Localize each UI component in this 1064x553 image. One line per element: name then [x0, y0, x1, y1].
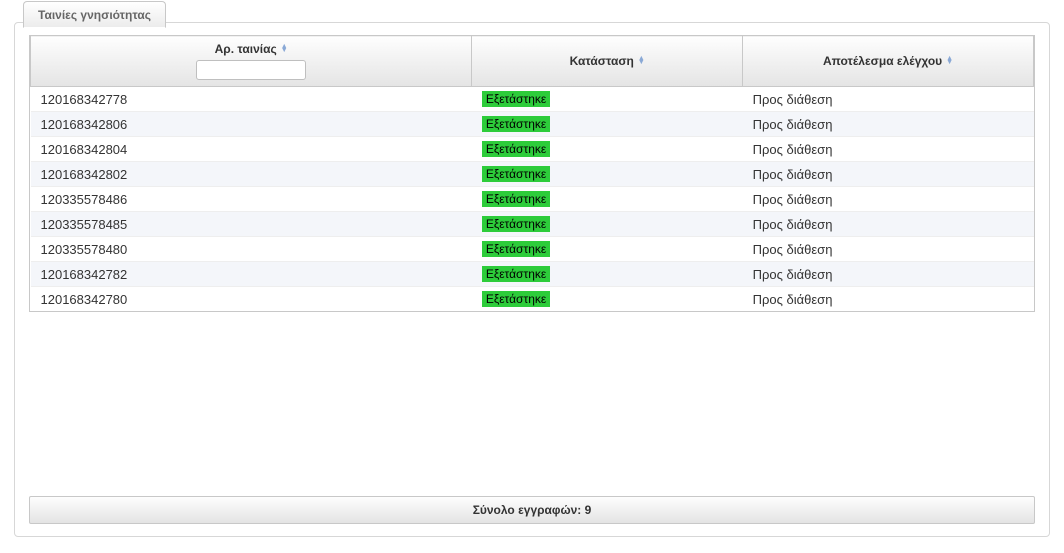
cell-id: 120335578486: [31, 187, 472, 212]
table-row[interactable]: 120168342802 Εξετάστηκε Προς διάθεση: [31, 162, 1034, 187]
column-header-result[interactable]: Αποτέλεσμα ελέγχου ▲▼: [743, 36, 1034, 87]
cell-result: Προς διάθεση: [743, 87, 1034, 112]
cell-status: Εξετάστηκε: [472, 187, 743, 212]
cell-id: 120168342782: [31, 262, 472, 287]
totals-label: Σύνολο εγγραφών: 9: [473, 503, 592, 517]
status-badge: Εξετάστηκε: [482, 291, 550, 307]
table-row[interactable]: 120168342778 Εξετάστηκε Προς διάθεση: [31, 87, 1034, 112]
cell-result: Προς διάθεση: [743, 162, 1034, 187]
cell-result: Προς διάθεση: [743, 137, 1034, 162]
cell-status: Εξετάστηκε: [472, 262, 743, 287]
column-header-id[interactable]: Αρ. ταινίας ▲▼: [31, 36, 472, 87]
sort-icon: ▲▼: [281, 45, 288, 53]
cell-status: Εξετάστηκε: [472, 162, 743, 187]
cell-result: Προς διάθεση: [743, 212, 1034, 237]
cell-result: Προς διάθεση: [743, 112, 1034, 137]
cell-id: 120168342806: [31, 112, 472, 137]
cell-status: Εξετάστηκε: [472, 87, 743, 112]
empty-space: [29, 312, 1035, 490]
table-row[interactable]: 120168342782 Εξετάστηκε Προς διάθεση: [31, 262, 1034, 287]
cell-status: Εξετάστηκε: [472, 212, 743, 237]
status-badge: Εξετάστηκε: [482, 241, 550, 257]
cell-id: 120168342780: [31, 287, 472, 312]
cell-status: Εξετάστηκε: [472, 112, 743, 137]
cell-id: 120168342778: [31, 87, 472, 112]
data-table: Αρ. ταινίας ▲▼ Κατάσταση ▲▼ Αποτέλε: [29, 35, 1035, 312]
cell-status: Εξετάστηκε: [472, 237, 743, 262]
cell-result: Προς διάθεση: [743, 187, 1034, 212]
sort-icon: ▲▼: [638, 57, 645, 65]
column-header-result-label: Αποτέλεσμα ελέγχου: [823, 54, 942, 68]
table-row[interactable]: 120335578485 Εξετάστηκε Προς διάθεση: [31, 212, 1034, 237]
cell-result: Προς διάθεση: [743, 237, 1034, 262]
table-row[interactable]: 120168342806 Εξετάστηκε Προς διάθεση: [31, 112, 1034, 137]
column-header-status-label: Κατάσταση: [570, 54, 634, 68]
table-row[interactable]: 120335578486 Εξετάστηκε Προς διάθεση: [31, 187, 1034, 212]
cell-result: Προς διάθεση: [743, 262, 1034, 287]
cell-status: Εξετάστηκε: [472, 137, 743, 162]
status-badge: Εξετάστηκε: [482, 166, 550, 182]
tab-label: Ταινίες γνησιότητας: [38, 8, 151, 22]
table-row[interactable]: 120335578480 Εξετάστηκε Προς διάθεση: [31, 237, 1034, 262]
column-header-id-label: Αρ. ταινίας: [215, 42, 277, 56]
status-badge: Εξετάστηκε: [482, 141, 550, 157]
column-header-status[interactable]: Κατάσταση ▲▼: [472, 36, 743, 87]
totals-bar: Σύνολο εγγραφών: 9: [29, 496, 1035, 524]
cell-id: 120168342802: [31, 162, 472, 187]
table-row[interactable]: 120168342780 Εξετάστηκε Προς διάθεση: [31, 287, 1034, 312]
status-badge: Εξετάστηκε: [482, 191, 550, 207]
status-badge: Εξετάστηκε: [482, 216, 550, 232]
table-row[interactable]: 120168342804 Εξετάστηκε Προς διάθεση: [31, 137, 1034, 162]
panel: Ταινίες γνησιότητας Αρ. ταινίας ▲▼ Κατ: [14, 22, 1050, 537]
filter-input-id[interactable]: [196, 60, 306, 80]
status-badge: Εξετάστηκε: [482, 91, 550, 107]
cell-id: 120335578480: [31, 237, 472, 262]
cell-status: Εξετάστηκε: [472, 287, 743, 312]
sort-icon: ▲▼: [946, 57, 953, 65]
status-badge: Εξετάστηκε: [482, 116, 550, 132]
status-badge: Εξετάστηκε: [482, 266, 550, 282]
cell-id: 120168342804: [31, 137, 472, 162]
cell-result: Προς διάθεση: [743, 287, 1034, 312]
cell-id: 120335578485: [31, 212, 472, 237]
tab-authenticity-strips[interactable]: Ταινίες γνησιότητας: [23, 1, 166, 28]
